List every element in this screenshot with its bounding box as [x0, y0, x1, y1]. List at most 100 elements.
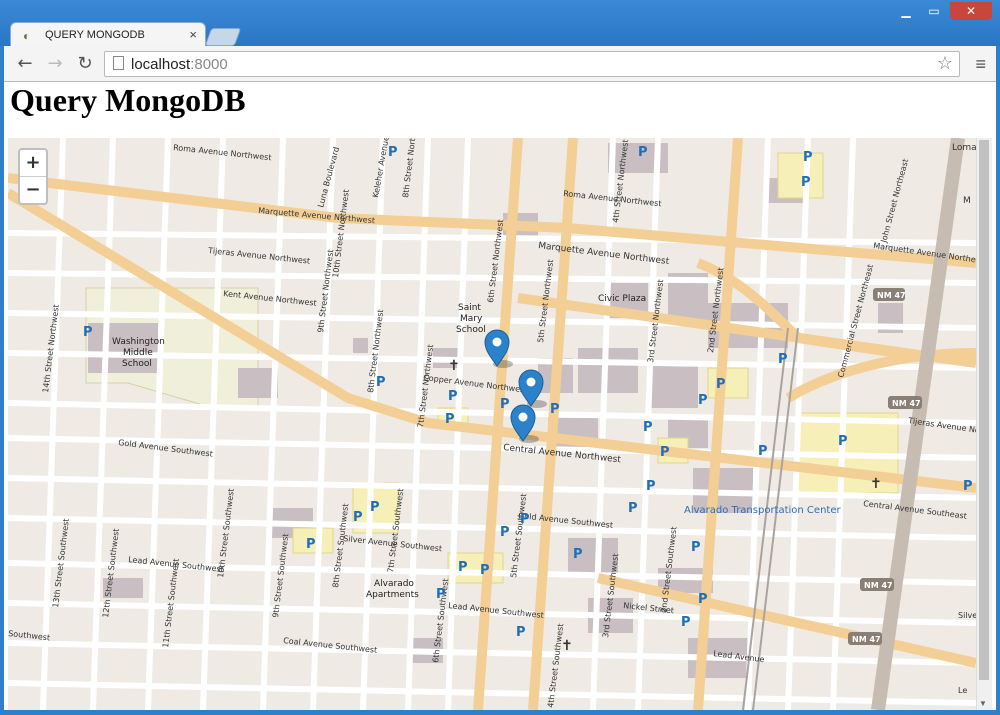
parking-icon: P	[376, 375, 386, 390]
zoom-control: + −	[18, 148, 48, 205]
forward-button[interactable]: →	[44, 53, 66, 75]
place-label: Washington	[112, 337, 165, 347]
parking-icon: P	[436, 587, 446, 602]
address-bar[interactable]: localhost:8000 ☆	[104, 51, 960, 77]
url-port: :8000	[190, 56, 228, 73]
tab-title: QUERY MONGODB	[45, 29, 145, 41]
back-button[interactable]: ←	[14, 53, 36, 75]
street-label: 12th Street Southwest	[101, 528, 121, 618]
parking-icon: P	[803, 150, 813, 165]
place-label: School	[456, 325, 486, 335]
scrollbar-thumb[interactable]	[979, 140, 989, 680]
url-host: localhost	[131, 56, 191, 73]
browser-tab[interactable]: ◐ QUERY MONGODB ×	[10, 22, 206, 48]
parking-icon: P	[838, 434, 848, 449]
street-label: 10th Street Southwest	[216, 488, 236, 578]
street-label: John Street Northeast	[879, 158, 910, 245]
parking-icon: P	[83, 325, 93, 340]
place-label: Mary	[460, 314, 483, 324]
parking-icon: P	[698, 592, 708, 607]
street-label: Commercial Street Northeast	[836, 263, 875, 378]
place-label: School	[122, 359, 152, 369]
vertical-scrollbar[interactable]: ▼	[976, 138, 992, 710]
bookmark-star-icon[interactable]: ☆	[937, 53, 953, 74]
street-label: 8th Street Northwest	[401, 138, 420, 198]
place-label: Alvarado	[374, 579, 414, 589]
page-favicon-icon: ◐	[23, 29, 31, 43]
parking-icon: P	[370, 500, 380, 515]
restore-button[interactable]: ▭	[922, 2, 946, 20]
parking-icon: P	[778, 352, 788, 367]
zoom-out-button[interactable]: −	[20, 177, 46, 203]
street-label: Silve	[958, 611, 976, 620]
street-label: Central Avenue Southeast	[863, 499, 968, 521]
new-tab-button[interactable]	[204, 28, 242, 46]
parking-icon: P	[801, 175, 811, 190]
street-label: 4th Street Southwest	[546, 623, 565, 708]
menu-icon[interactable]: ≡	[975, 54, 986, 75]
street-label: Roma Avenue Northwest	[173, 143, 272, 162]
street-label: M	[963, 196, 971, 206]
reload-button[interactable]: ↻	[74, 53, 96, 75]
url-text: localhost:8000	[131, 56, 228, 73]
parking-icon: P	[963, 479, 973, 494]
map-view[interactable]: Roma Avenue Northwest Roma Avenue Northw…	[8, 138, 976, 710]
parking-icon: P	[573, 547, 583, 562]
parking-icon: P	[353, 510, 363, 525]
parking-icon: P	[550, 402, 560, 417]
parking-icon: P	[445, 412, 455, 427]
close-window-button[interactable]: ✕	[950, 2, 992, 20]
parking-icon: P	[638, 145, 648, 160]
street-label: 4th Street Northwest	[611, 139, 630, 223]
browser-toolbar: ← → ↻ localhost:8000 ☆ ≡	[4, 46, 996, 82]
scroll-down-arrow-icon[interactable]: ▼	[979, 699, 987, 708]
street-label: 3rd Street Northwest	[646, 279, 665, 363]
street-label: Marquette Avenue Northwest	[258, 206, 376, 225]
highway-shield: NM 47	[848, 632, 882, 645]
street-label: Marquette Avenue Northwest	[538, 241, 671, 267]
street-label: 13th Street Southwest	[51, 518, 71, 608]
minimize-button[interactable]: ▁	[894, 2, 918, 20]
street-label: Lead Avenue Southwest	[448, 601, 544, 620]
parking-icon: P	[388, 145, 398, 160]
svg-text:NM 47: NM 47	[892, 399, 921, 408]
street-label: Loma	[952, 143, 976, 153]
page-title: Query MongoDB	[10, 82, 246, 118]
street-label: 9th Street Southwest	[271, 533, 290, 618]
parking-icon: P	[681, 615, 691, 630]
map-labels: Roma Avenue Northwest Roma Avenue Northw…	[8, 138, 976, 708]
parking-icon: P	[480, 563, 490, 578]
street-label: 8th Street Southwest	[331, 503, 350, 588]
parking-icon: P	[520, 512, 530, 527]
parking-icon: P	[643, 420, 653, 435]
highway-shield: NM 47	[873, 288, 906, 301]
svg-text:NM 47: NM 47	[864, 581, 893, 590]
street-label: Tijeras Avenue Northeast	[907, 416, 976, 439]
street-label: 2nd Street Northwest	[706, 267, 725, 353]
parking-icon: P	[500, 525, 510, 540]
street-label: 10th Street Northwest	[331, 189, 351, 278]
street-label: Lead Avenue	[713, 649, 765, 664]
parking-icon: P	[646, 479, 656, 494]
street-label: Southwest	[8, 629, 51, 642]
place-label: Civic Plaza	[598, 294, 646, 304]
street-label: Marquette Avenue Northeast	[873, 241, 976, 266]
place-label: Alvarado Transportation Center	[684, 505, 841, 516]
place-label: Apartments	[366, 590, 419, 600]
street-label: 2nd Street Southwest	[659, 526, 678, 613]
parking-icon: P	[306, 537, 316, 552]
browser-window: ▁ ▭ ✕ ◐ QUERY MONGODB × ← → ↻ localhost:…	[0, 0, 1000, 715]
zoom-in-button[interactable]: +	[20, 150, 46, 177]
highway-shield: NM 47	[888, 396, 922, 409]
street-label: Copper Avenue Northwest	[423, 373, 528, 395]
svg-text:NM 47: NM 47	[852, 635, 881, 644]
tab-close-icon[interactable]: ×	[189, 27, 197, 42]
street-label: Le	[958, 686, 967, 695]
church-icon: ✝	[561, 638, 573, 654]
street-label: 7th Street Southwest	[386, 488, 405, 573]
svg-text:NM 47: NM 47	[877, 291, 906, 300]
street-label: Central Avenue Northwest	[503, 443, 622, 465]
street-label: 7th Street Northwest	[416, 344, 435, 428]
parking-icon: P	[758, 444, 768, 459]
title-bar: ▁ ▭ ✕ ◐ QUERY MONGODB ×	[0, 0, 1000, 48]
